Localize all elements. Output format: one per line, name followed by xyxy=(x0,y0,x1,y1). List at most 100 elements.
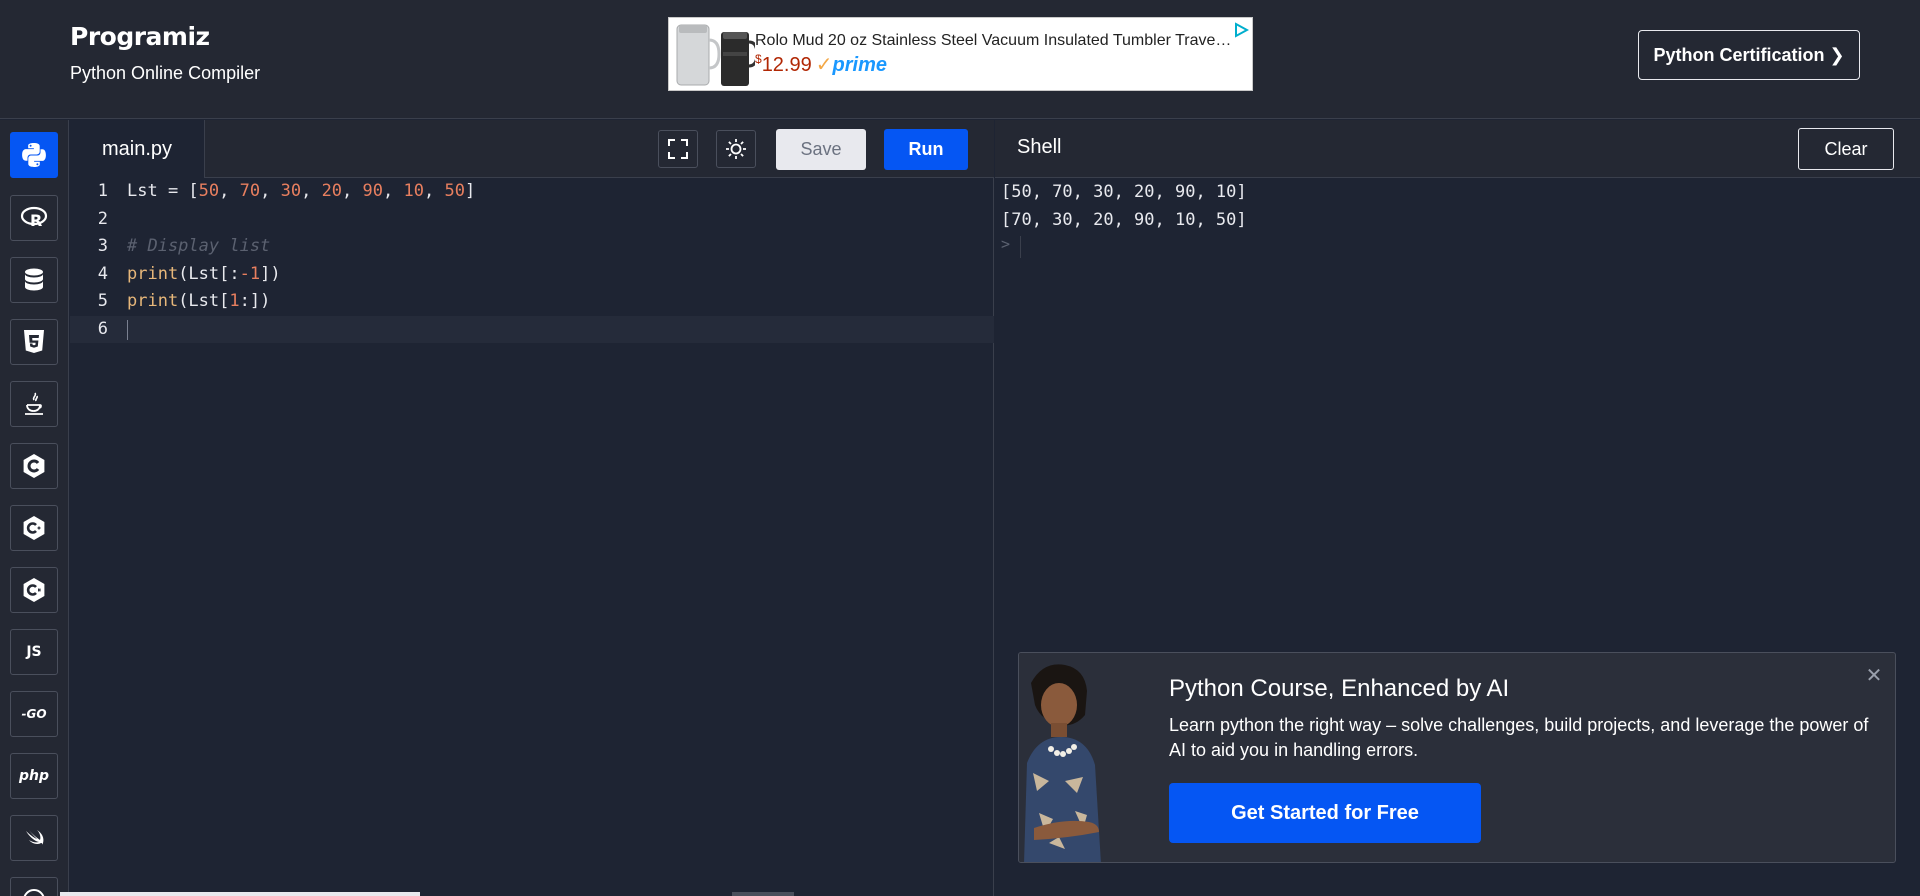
code-token: 30 xyxy=(280,181,302,201)
code-token: 50 xyxy=(198,181,220,201)
go-language-button[interactable]: -GO xyxy=(10,691,58,737)
sql-language-button[interactable] xyxy=(10,257,58,303)
ad-price-row: $12.99 ✓prime xyxy=(755,52,887,76)
code-text: Lst = [50, 70, 30, 20, 90, 10, 50] xyxy=(127,178,475,205)
advertisement-banner[interactable]: Rolo Mud 20 oz Stainless Steel Vacuum In… xyxy=(668,17,1253,91)
horizontal-scrollbar-thumb-secondary[interactable] xyxy=(732,892,794,896)
shell-toolbar: Shell Clear xyxy=(995,120,1920,178)
line-number: 4 xyxy=(97,263,108,284)
language-icon xyxy=(23,889,45,896)
code-token: , xyxy=(342,181,363,201)
close-icon[interactable]: ✕ xyxy=(1864,665,1884,687)
python-icon xyxy=(22,143,46,167)
code-token: , xyxy=(219,181,240,201)
code-token: :]) xyxy=(239,291,271,312)
code-token: -1 xyxy=(239,263,261,284)
theme-toggle-button[interactable] xyxy=(716,130,756,168)
c-icon xyxy=(23,454,45,478)
java-language-button[interactable] xyxy=(10,381,58,427)
code-token: Lst = [ xyxy=(127,181,199,201)
line-number: 1 xyxy=(97,181,108,201)
code-token: ] xyxy=(464,181,476,201)
top-header: Programiz Python Online Compiler Rolo Mu… xyxy=(0,0,1920,119)
code-text: # Display list xyxy=(127,233,270,260)
shell-title: Shell xyxy=(1017,136,1062,158)
code-line[interactable]: 4 print(Lst[:-1]) xyxy=(70,261,994,288)
ad-price: 12.99 xyxy=(761,54,812,76)
cpp-icon xyxy=(23,516,45,540)
run-button[interactable]: Run xyxy=(884,129,968,170)
code-token: , xyxy=(260,181,281,201)
course-promo-card: Python Course, Enhanced by AI Learn pyth… xyxy=(1018,652,1896,863)
prime-label: prime xyxy=(832,54,887,76)
line-number: 3 xyxy=(97,236,108,257)
code-token: , xyxy=(383,181,404,201)
language-sidebar: R JS -GO php xyxy=(0,120,69,896)
instructor-photo xyxy=(1019,653,1154,862)
tumbler-product-image xyxy=(676,24,755,86)
code-token: , xyxy=(301,181,322,201)
adchoices-icon[interactable] xyxy=(1233,22,1249,38)
c-language-button[interactable] xyxy=(10,443,58,489)
js-label: JS xyxy=(26,644,42,660)
code-token: 1 xyxy=(229,291,240,312)
code-line[interactable]: 3 # Display list xyxy=(70,233,994,260)
csharp-icon xyxy=(23,578,45,602)
code-token: print xyxy=(127,291,179,312)
cpp-language-button[interactable] xyxy=(10,505,58,551)
java-icon xyxy=(25,392,43,415)
php-language-button[interactable]: php xyxy=(10,753,58,799)
get-started-button[interactable]: Get Started for Free xyxy=(1169,783,1481,843)
code-token: 20 xyxy=(321,181,343,201)
ad-title[interactable]: Rolo Mud 20 oz Stainless Steel Vacuum In… xyxy=(755,32,1245,50)
code-line[interactable]: 1 Lst = [50, 70, 30, 20, 90, 10, 50] xyxy=(70,178,994,205)
go-label: -GO xyxy=(21,707,47,721)
sun-icon xyxy=(726,139,746,159)
prime-check-icon: ✓ xyxy=(815,54,833,76)
clear-button[interactable]: Clear xyxy=(1798,128,1894,170)
r-language-button[interactable]: R xyxy=(10,195,58,241)
text-cursor xyxy=(127,320,128,340)
code-token: 70 xyxy=(239,181,261,201)
save-button[interactable]: Save xyxy=(776,129,866,170)
line-number: 2 xyxy=(97,208,108,229)
horizontal-scrollbar-thumb[interactable] xyxy=(60,892,420,896)
output-line: [50, 70, 30, 20, 90, 10] xyxy=(1001,182,1247,202)
r-icon: R xyxy=(20,206,48,230)
line-number: 6 xyxy=(97,319,108,339)
code-token: 90 xyxy=(362,181,384,201)
code-token: (Lst[ xyxy=(178,291,230,312)
php-label: php xyxy=(18,768,49,784)
shell-caret xyxy=(1020,236,1021,258)
code-token: # Display list xyxy=(127,236,271,257)
code-text: print(Lst[1:]) xyxy=(127,288,270,315)
code-line[interactable]: 6 xyxy=(70,316,994,343)
html-language-button[interactable] xyxy=(10,319,58,365)
code-token: 50 xyxy=(444,181,465,201)
code-editor[interactable]: 1 Lst = [50, 70, 30, 20, 90, 10, 50] 2 3 # D… xyxy=(70,178,994,896)
code-token: print xyxy=(127,263,179,284)
database-icon xyxy=(25,268,43,291)
fullscreen-button[interactable] xyxy=(658,130,698,168)
promo-description: Learn python the right way – solve chall… xyxy=(1169,715,1869,760)
shell-prompt: > xyxy=(1001,235,1011,253)
code-line[interactable]: 5 print(Lst[1:]) xyxy=(70,288,994,315)
swift-icon xyxy=(26,830,44,845)
file-tab-main-py[interactable]: main.py xyxy=(70,120,205,178)
code-line[interactable]: 2 xyxy=(70,206,994,233)
html5-icon xyxy=(24,330,44,353)
python-language-button[interactable] xyxy=(10,132,58,178)
javascript-language-button[interactable]: JS xyxy=(10,629,58,675)
output-line: [70, 30, 20, 90, 10, 50] xyxy=(1001,210,1247,230)
more-language-button[interactable] xyxy=(10,877,58,896)
code-text: print(Lst[:-1]) xyxy=(127,261,281,288)
line-number: 5 xyxy=(97,291,108,312)
swift-language-button[interactable] xyxy=(10,815,58,861)
ad-price-symbol: $ xyxy=(755,52,762,66)
svg-text:R: R xyxy=(30,211,42,230)
editor-toolbar: main.py Save Run xyxy=(70,120,994,178)
programiz-logo[interactable]: Programiz xyxy=(70,22,210,51)
csharp-language-button[interactable] xyxy=(10,567,58,613)
python-certification-button[interactable]: Python Certification ❯ xyxy=(1638,30,1860,80)
page-subtitle: Python Online Compiler xyxy=(70,63,261,83)
